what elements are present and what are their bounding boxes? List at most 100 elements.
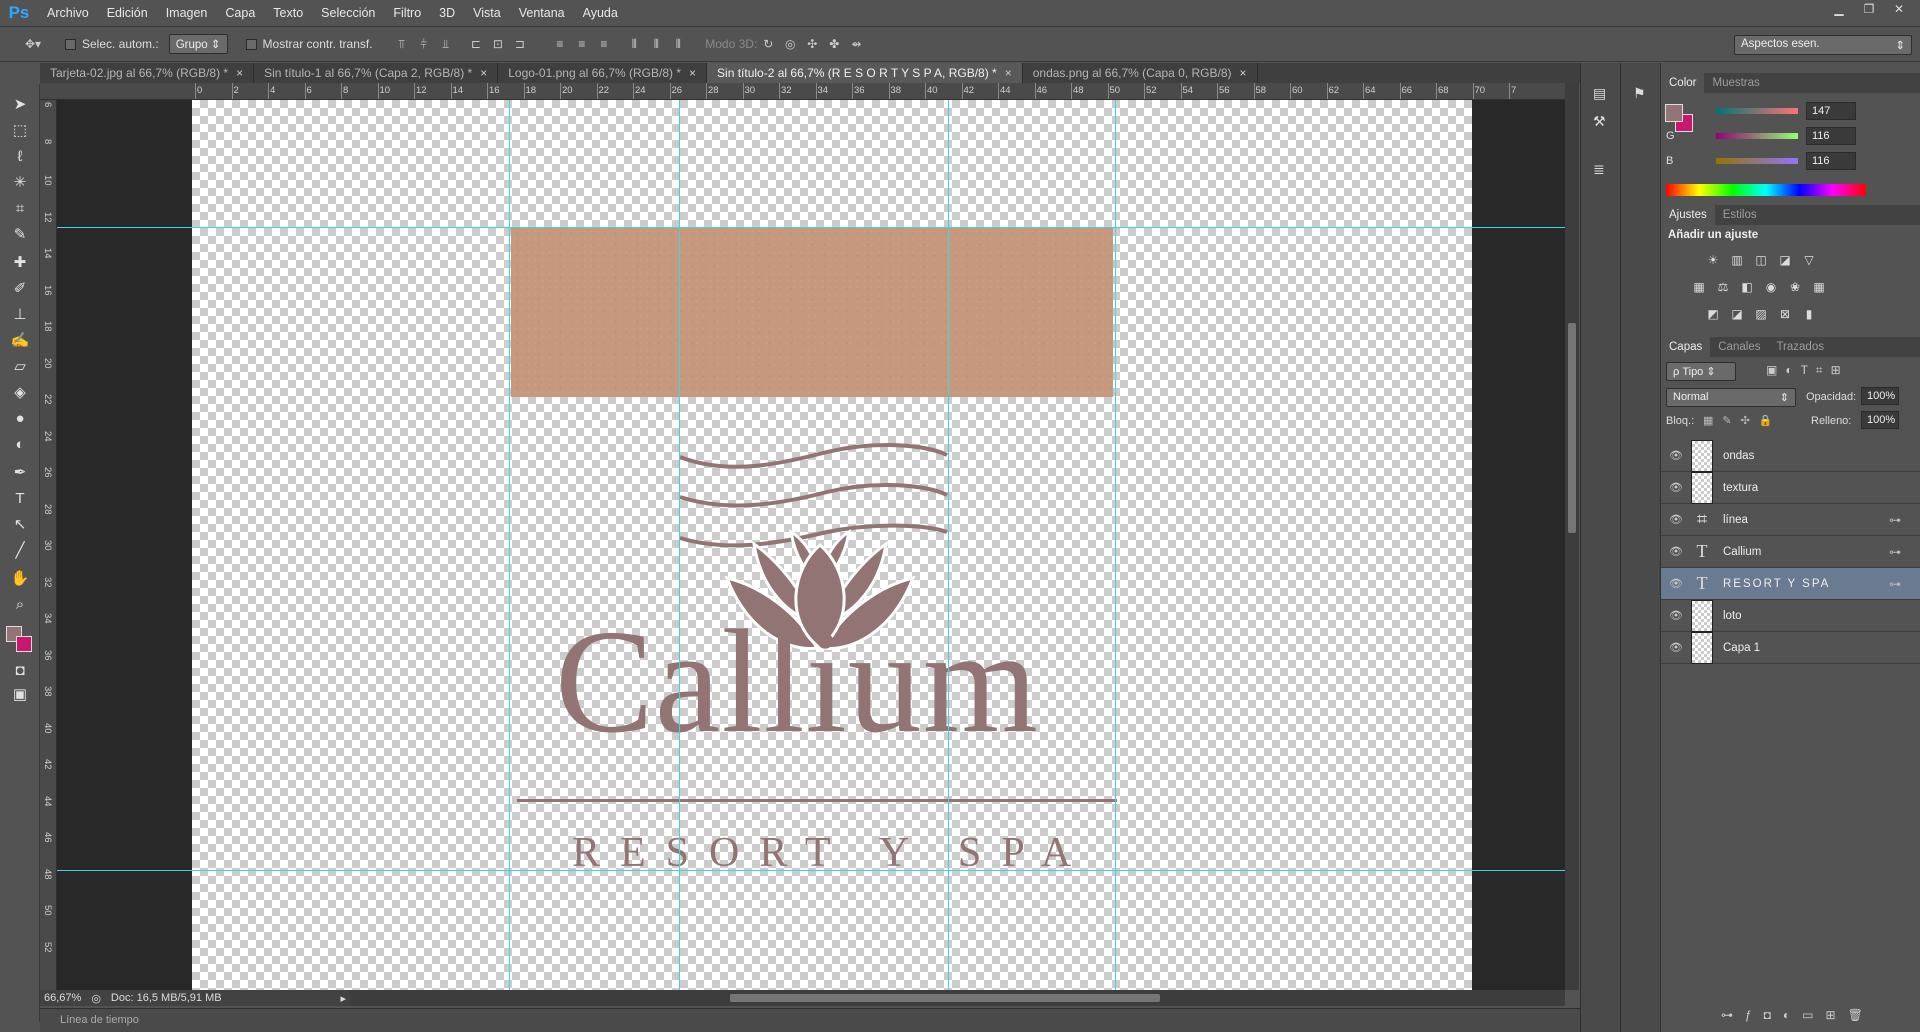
zoom-tool-icon[interactable]: ⌕ — [8, 594, 32, 616]
black-white-icon[interactable]: ◧ — [1739, 280, 1755, 294]
layer-filter-dropdown[interactable]: ρ Tipo ⇕ — [1666, 362, 1736, 381]
visibility-eye-icon[interactable]: 👁 — [1661, 449, 1691, 462]
paint-bucket-tool-icon[interactable]: ◈ — [8, 382, 32, 404]
move-tool-icon[interactable]: ➤ — [8, 94, 32, 116]
tab-styles[interactable]: Estilos — [1715, 205, 1765, 225]
close-tab-icon[interactable]: × — [1240, 63, 1247, 83]
distribute-right-icon[interactable]: ⫴ — [670, 36, 686, 52]
layer-row[interactable]: 👁 textura — [1661, 471, 1920, 504]
screen-mode-icon[interactable]: ▣ — [8, 684, 32, 706]
history-brush-tool-icon[interactable]: ✍ — [8, 330, 32, 352]
horizontal-ruler[interactable]: 0 2 4 6 8 10 12 14 16 18 20 22 24 26 28 30 32 34 36 38 40 42 4… — [40, 83, 1565, 100]
menu-ventana[interactable]: Ventana — [510, 0, 574, 26]
blur-tool-icon[interactable]: ● — [8, 408, 32, 430]
visibility-eye-icon[interactable]: 👁 — [1661, 545, 1691, 558]
link-icon[interactable]: ⊶ — [1889, 577, 1901, 591]
layer-row[interactable]: 👁 T RESORT Y SPA ⊶ — [1661, 568, 1920, 600]
lock-icons[interactable]: ▦✎✣🔒 — [1703, 414, 1782, 427]
3d-pan-icon[interactable]: ✣ — [804, 36, 820, 52]
hue-saturation-icon[interactable]: ▦ — [1691, 280, 1707, 294]
history-panel-icon[interactable]: ▤ — [1593, 85, 1606, 102]
clone-stamp-tool-icon[interactable]: ⊥ — [8, 304, 32, 326]
guide-horizontal[interactable] — [57, 227, 1565, 228]
guide-vertical[interactable] — [1115, 100, 1116, 990]
align-vcenter-icon[interactable]: ⫩ — [416, 36, 432, 52]
align-hcenter-icon[interactable]: ⊡ — [490, 36, 506, 52]
layer-row[interactable]: 👁 loto — [1661, 599, 1920, 632]
close-tab-icon[interactable]: × — [1005, 63, 1012, 83]
link-icon[interactable]: ⊶ — [1889, 513, 1901, 527]
photo-filter-icon[interactable]: ◉ — [1763, 280, 1779, 294]
brush-tool-icon[interactable]: ✐ — [8, 278, 32, 300]
color-balance-icon[interactable]: ⚖ — [1715, 280, 1731, 294]
background-color-swatch[interactable] — [16, 636, 32, 652]
tab-swatches[interactable]: Muestras — [1704, 73, 1767, 93]
hand-tool-icon[interactable]: ✋ — [8, 568, 32, 590]
posterize-icon[interactable]: ◪ — [1729, 307, 1745, 321]
channel-mixer-icon[interactable]: ❀ — [1787, 280, 1803, 294]
exposure-icon[interactable]: ◪ — [1777, 253, 1793, 267]
line-tool-icon[interactable]: ╱ — [8, 540, 32, 562]
doc-tab[interactable]: Sin título-1 al 66,7% (Capa 2, RGB/8) * × — [254, 63, 499, 83]
timeline-panel[interactable]: Línea de tiempo — [40, 1008, 1580, 1032]
align-right-icon[interactable]: ⊐ — [512, 36, 528, 52]
vertical-ruler[interactable]: 6 8 10 12 14 16 18 20 22 24 26 28 30 32 34 36 38 40 42 44 46… — [40, 100, 57, 990]
tab-color[interactable]: Color — [1661, 73, 1705, 93]
distribute-vcenter-icon[interactable]: ≡ — [574, 36, 590, 52]
menu-texto[interactable]: Texto — [264, 0, 312, 26]
tab-paths[interactable]: Trazados — [1768, 337, 1832, 357]
workspace-dropdown[interactable]: Aspectos esen. ⇕ — [1734, 35, 1912, 55]
close-tab-icon[interactable]: × — [480, 63, 487, 83]
close-tab-icon[interactable]: × — [236, 63, 243, 83]
gradient-map-icon[interactable]: ▮ — [1801, 307, 1817, 321]
zoom-level[interactable]: 66,67% — [44, 992, 81, 1004]
menu-seleccion[interactable]: Selección — [312, 0, 384, 26]
menu-imagen[interactable]: Imagen — [157, 0, 217, 26]
layer-row[interactable]: 👁 ⌗ línea ⊶ — [1661, 504, 1920, 536]
b-value[interactable]: 116 — [1806, 152, 1856, 170]
align-bottom-icon[interactable]: ⫫ — [438, 36, 454, 52]
3d-roll-icon[interactable]: ◎ — [782, 36, 798, 52]
distribute-bottom-icon[interactable]: ≡ — [596, 36, 612, 52]
menu-3d[interactable]: 3D — [430, 0, 464, 26]
magic-wand-tool-icon[interactable]: ✳ — [8, 172, 32, 194]
b-slider[interactable] — [1716, 158, 1798, 164]
menu-archivo[interactable]: Archivo — [38, 0, 98, 26]
layer-row[interactable]: 👁 ondas — [1661, 439, 1920, 472]
dodge-tool-icon[interactable]: ◐ — [8, 434, 32, 456]
g-slider[interactable] — [1716, 133, 1798, 139]
status-info-icon[interactable]: ◎ — [91, 992, 101, 1005]
crop-tool-icon[interactable]: ⌗ — [8, 198, 32, 220]
tab-channels[interactable]: Canales — [1710, 337, 1768, 357]
curves-icon[interactable]: ◫ — [1753, 253, 1769, 267]
vertical-scroll-thumb[interactable] — [1568, 323, 1576, 533]
visibility-eye-icon[interactable]: 👁 — [1661, 513, 1691, 526]
close-icon[interactable]: ✕ — [1886, 0, 1912, 18]
lasso-tool-icon[interactable]: ℓ — [8, 146, 32, 168]
move-tool-preset-icon[interactable]: ✥▾ — [18, 36, 48, 52]
menu-ayuda[interactable]: Ayuda — [574, 0, 627, 26]
distribute-hcenter-icon[interactable]: ⫴ — [648, 36, 664, 52]
brush-presets-icon[interactable]: ⚑ — [1633, 85, 1646, 102]
visibility-eye-icon[interactable]: 👁 — [1661, 641, 1691, 654]
link-icon[interactable]: ⊶ — [1889, 545, 1901, 559]
invert-icon[interactable]: ◩ — [1705, 307, 1721, 321]
menu-capa[interactable]: Capa — [216, 0, 264, 26]
vibrance-icon[interactable]: ▽ — [1801, 253, 1817, 267]
r-slider[interactable] — [1716, 108, 1798, 114]
path-selection-tool-icon[interactable]: ↖ — [8, 514, 32, 536]
guide-vertical[interactable] — [679, 100, 680, 990]
guide-vertical[interactable] — [948, 100, 949, 990]
layer-row[interactable]: 👁 T Callium ⊶ — [1661, 536, 1920, 568]
tab-layers[interactable]: Capas — [1661, 337, 1711, 357]
type-tool-icon[interactable]: T — [8, 488, 32, 510]
g-value[interactable]: 116 — [1806, 127, 1856, 145]
auto-select-dropdown[interactable]: Grupo ⇕ — [168, 34, 228, 54]
distribute-top-icon[interactable]: ≡ — [552, 36, 568, 52]
guide-horizontal[interactable] — [57, 870, 1565, 871]
guide-vertical[interactable] — [509, 100, 510, 990]
color-spectrum-bar[interactable] — [1666, 184, 1866, 196]
eyedropper-tool-icon[interactable]: ✎ — [8, 224, 32, 246]
actions-panel-icon[interactable]: ⚒ — [1593, 113, 1606, 130]
opacity-value[interactable]: 100% — [1861, 387, 1899, 405]
